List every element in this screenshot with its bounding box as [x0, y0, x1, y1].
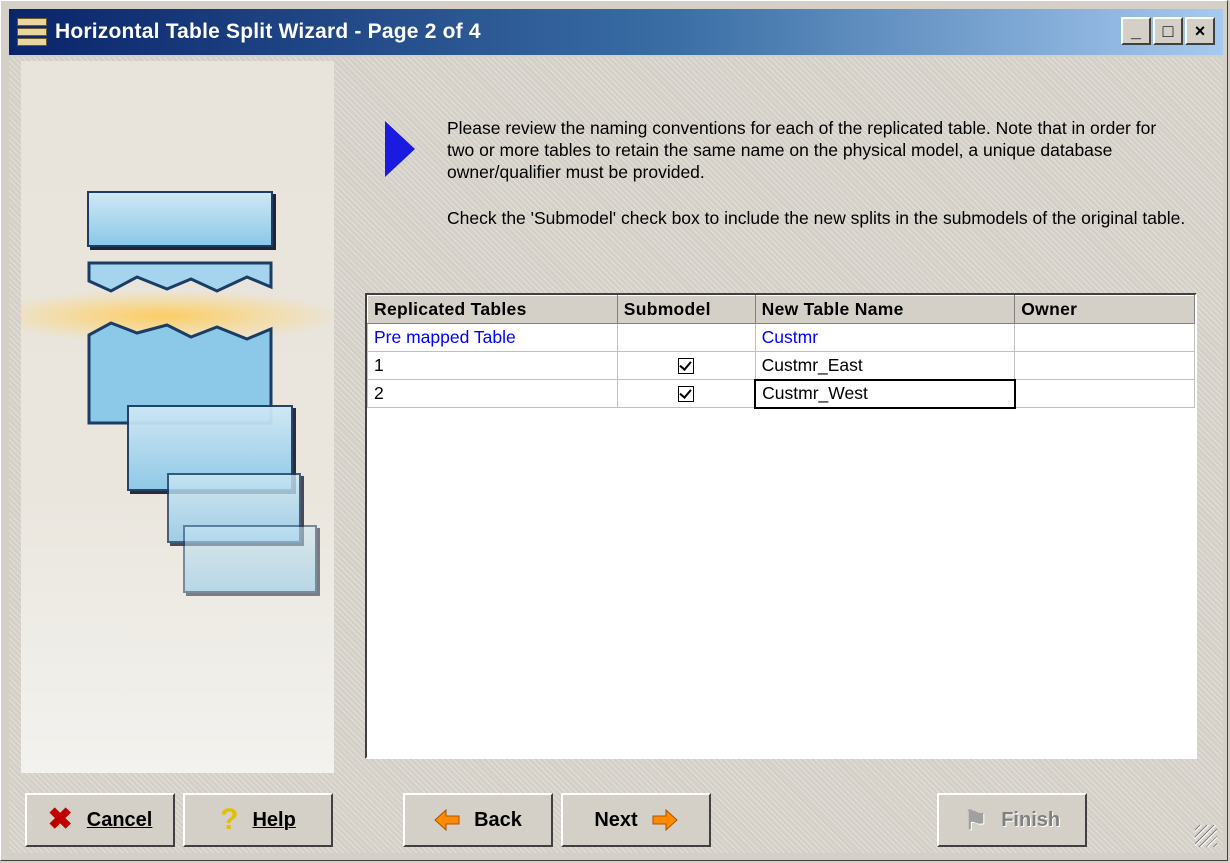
new-name-cell-editing[interactable]: Custmr_West: [754, 378, 1016, 409]
wizard-illustration: [21, 61, 334, 773]
minimize-icon: _: [1130, 20, 1141, 41]
submodel-checkbox[interactable]: [678, 358, 695, 375]
help-label: Help: [252, 808, 296, 831]
submodel-cell: [616, 323, 756, 352]
cancel-label: Cancel: [86, 808, 153, 831]
grid-header-row: Replicated Tables Submodel New Table Nam…: [367, 295, 1195, 324]
maximize-button[interactable]: □: [1153, 17, 1183, 45]
instruction-text: Please review the naming conventions for…: [447, 118, 1157, 182]
title-bar[interactable]: Horizontal Table Split Wizard - Page 2 o…: [9, 9, 1223, 55]
finish-label: Finish: [1001, 808, 1061, 831]
replication-grid[interactable]: Replicated Tables Submodel New Table Nam…: [365, 293, 1197, 759]
submodel-cell[interactable]: [616, 351, 756, 380]
wizard-body: Please review the naming conventions for…: [9, 57, 1223, 853]
window-title: Horizontal Table Split Wizard - Page 2 o…: [55, 20, 481, 43]
next-label: Next: [594, 808, 638, 831]
table-row[interactable]: 1 Custmr_East: [367, 351, 1195, 380]
cancel-button[interactable]: ✖ Cancel: [25, 793, 175, 847]
left-arrow-icon: [434, 808, 460, 832]
table-slab-4: [183, 525, 317, 593]
split-slab-upper: [87, 261, 273, 293]
help-button[interactable]: ? Help: [183, 793, 333, 847]
wizard-window: Horizontal Table Split Wizard - Page 2 o…: [0, 0, 1228, 861]
owner-cell[interactable]: [1014, 379, 1195, 408]
replicated-cell[interactable]: 2: [367, 379, 618, 408]
x-icon: ✖: [47, 803, 73, 836]
col-header-owner[interactable]: Owner: [1014, 295, 1195, 324]
submodel-checkbox[interactable]: [677, 386, 694, 403]
owner-cell[interactable]: [1014, 351, 1195, 380]
replicated-cell[interactable]: Pre mapped Table: [367, 323, 618, 352]
new-name-cell[interactable]: Custmr: [754, 323, 1016, 352]
owner-cell[interactable]: [1014, 323, 1195, 352]
table-slab-top: [87, 191, 273, 247]
back-label: Back: [474, 808, 522, 831]
col-header-replicated-tables[interactable]: Replicated Tables: [367, 295, 618, 324]
next-button[interactable]: Next: [561, 793, 711, 847]
finish-button[interactable]: ⚑ Finish: [937, 793, 1087, 847]
close-icon: ×: [1194, 20, 1206, 41]
replicated-cell[interactable]: 1: [367, 351, 618, 380]
question-icon: ?: [220, 803, 239, 836]
right-arrow-icon: [652, 808, 678, 832]
table-row[interactable]: 2 Custmr_West: [367, 378, 1195, 409]
table-icon: [17, 17, 47, 47]
maximize-icon: □: [1162, 20, 1174, 41]
minimize-button[interactable]: _: [1121, 17, 1151, 45]
back-button[interactable]: Back: [403, 793, 553, 847]
submodel-cell[interactable]: [616, 379, 756, 408]
resize-grip[interactable]: [1195, 825, 1217, 847]
col-header-new-table-name[interactable]: New Table Name: [754, 295, 1016, 324]
new-name-cell[interactable]: Custmr_East: [754, 351, 1016, 380]
replication-table: Replicated Tables Submodel New Table Nam…: [367, 295, 1195, 409]
table-row[interactable]: Pre mapped Table Custmr: [367, 323, 1195, 352]
close-button[interactable]: ×: [1185, 17, 1215, 45]
col-header-submodel[interactable]: Submodel: [616, 295, 756, 324]
submodel-instruction-text: Check the 'Submodel' check box to includ…: [447, 208, 1186, 228]
wizard-arrow-icon: [385, 121, 415, 177]
flag-icon: ⚑: [963, 805, 988, 835]
